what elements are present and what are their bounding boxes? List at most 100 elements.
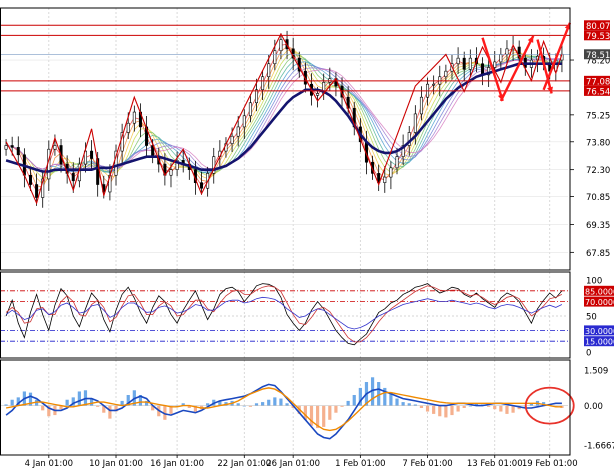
candle-body bbox=[267, 63, 271, 78]
candle-body bbox=[389, 167, 393, 178]
price-axis-label: 77.08 bbox=[586, 77, 610, 87]
candle-body bbox=[261, 76, 265, 91]
histogram-bar bbox=[456, 405, 460, 412]
histogram-bar bbox=[511, 405, 515, 413]
oscillator-axis-label: 85.0000 bbox=[585, 287, 614, 296]
histogram-bar bbox=[279, 398, 283, 406]
histogram-bar bbox=[285, 403, 289, 406]
macd-axis-label: 1.509 bbox=[584, 367, 608, 377]
histogram-bar bbox=[322, 405, 326, 427]
x-axis-label: 13 Feb 01:00 bbox=[467, 459, 523, 469]
candle-body bbox=[28, 174, 32, 185]
candle-body bbox=[126, 122, 130, 133]
x-axis-label: 7 Feb 01:00 bbox=[402, 459, 452, 469]
oscillator-axis-label: 30.0000 bbox=[585, 327, 614, 336]
candle-body bbox=[236, 126, 240, 137]
candle-body bbox=[468, 57, 472, 70]
candle-body bbox=[255, 89, 259, 104]
histogram-bar bbox=[407, 403, 411, 406]
price-axis-label: 79.53 bbox=[586, 32, 610, 42]
candle-body bbox=[273, 50, 277, 65]
candle-body bbox=[493, 61, 497, 68]
price-axis-label: 78.51 bbox=[586, 51, 610, 61]
x-axis-label: 10 Jan 01:00 bbox=[89, 459, 143, 469]
candle-body bbox=[395, 156, 399, 169]
histogram-bar bbox=[438, 405, 442, 417]
macd-axis-label: 0.00 bbox=[584, 402, 603, 412]
candle-body bbox=[432, 83, 436, 86]
macd-axis-label: -1.6667 bbox=[584, 442, 614, 452]
histogram-bar bbox=[462, 405, 466, 408]
candle-body bbox=[413, 113, 417, 133]
candle-body bbox=[16, 147, 20, 156]
candle-body bbox=[132, 111, 136, 124]
histogram-bar bbox=[267, 399, 271, 406]
histogram-bar bbox=[395, 398, 399, 406]
price-axis-label: 70.85 bbox=[586, 193, 610, 203]
histogram-bar bbox=[328, 405, 332, 420]
candle-body bbox=[456, 57, 460, 65]
candle-body bbox=[462, 57, 466, 70]
candle-body bbox=[505, 48, 509, 55]
candle-body bbox=[169, 169, 173, 176]
oscillator-axis-label: 0 bbox=[586, 349, 591, 359]
histogram-bar bbox=[419, 405, 424, 408]
x-axis-label: 16 Jan 01:00 bbox=[150, 459, 204, 469]
candle-body bbox=[71, 173, 75, 182]
candle-body bbox=[419, 96, 423, 115]
candle-body bbox=[383, 176, 387, 183]
x-axis-label: 19 Feb 01:00 bbox=[522, 459, 578, 469]
histogram-bar bbox=[450, 405, 454, 416]
price-axis-label: 73.80 bbox=[586, 138, 610, 148]
oscillator-axis-label: 50 bbox=[586, 313, 597, 323]
histogram-bar bbox=[505, 405, 509, 414]
candle-body bbox=[444, 70, 448, 78]
histogram-bar bbox=[41, 405, 45, 411]
x-axis-label: 1 Feb 01:00 bbox=[335, 459, 385, 469]
price-axis-label: 69.35 bbox=[586, 221, 610, 231]
candle-body bbox=[53, 145, 57, 150]
histogram-bar bbox=[346, 400, 350, 406]
histogram-bar bbox=[425, 405, 430, 412]
price-axis-label: 72.30 bbox=[586, 166, 610, 176]
candle-body bbox=[10, 145, 14, 148]
histogram-bar bbox=[401, 402, 405, 406]
candle-body bbox=[248, 102, 252, 117]
oscillator-axis-label: 100 bbox=[586, 277, 602, 287]
histogram-bar bbox=[236, 403, 240, 406]
histogram-bar bbox=[499, 405, 503, 412]
price-axis-label: 80.07 bbox=[586, 22, 610, 32]
trading-chart: 80.0779.5378.2078.5177.0876.5475.2573.80… bbox=[0, 0, 614, 469]
price-axis-label: 75.25 bbox=[586, 111, 610, 121]
oscillator-axis-label: 70.0000 bbox=[585, 298, 614, 307]
histogram-bar bbox=[108, 405, 112, 419]
candle-body bbox=[230, 135, 234, 144]
histogram-bar bbox=[65, 399, 69, 406]
x-axis-label: 4 Jan 01:00 bbox=[25, 459, 73, 469]
histogram-bar bbox=[254, 403, 259, 406]
histogram-bar bbox=[10, 399, 14, 406]
histogram-bar bbox=[352, 395, 356, 406]
histogram-bar bbox=[493, 405, 497, 410]
candle-body bbox=[279, 39, 283, 52]
histogram-bar bbox=[77, 391, 81, 406]
candle-body bbox=[4, 145, 8, 150]
histogram-bar bbox=[444, 405, 448, 418]
candle-body bbox=[90, 150, 94, 159]
x-axis-label: 26 Jan 01:00 bbox=[266, 459, 320, 469]
price-axis-label: 67.85 bbox=[586, 249, 610, 259]
oscillator-axis-label: 15.0000 bbox=[585, 338, 614, 347]
price-axis-label: 76.54 bbox=[586, 87, 610, 97]
candle-body bbox=[35, 184, 39, 198]
candle-body bbox=[499, 54, 503, 63]
candle-body bbox=[242, 115, 246, 128]
candle-body bbox=[481, 63, 485, 76]
histogram-bar bbox=[389, 393, 393, 406]
candle-body bbox=[316, 93, 320, 96]
candle-body bbox=[200, 182, 204, 189]
histogram-bar bbox=[273, 397, 277, 406]
histogram-bar bbox=[261, 402, 265, 406]
histogram-bar bbox=[334, 405, 338, 413]
x-axis-label: 22 Jan 01:00 bbox=[217, 459, 271, 469]
histogram-bar bbox=[432, 405, 436, 414]
